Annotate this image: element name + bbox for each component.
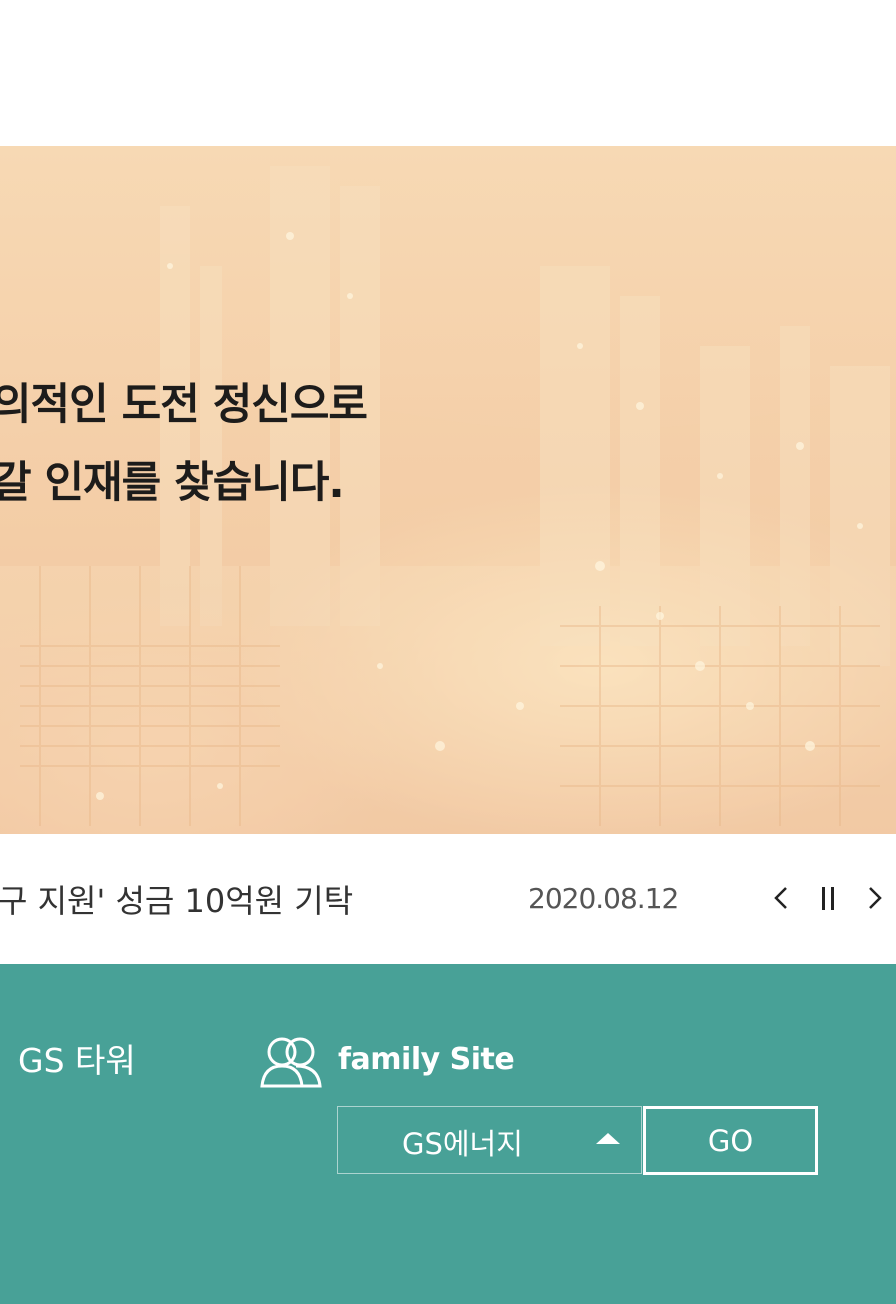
header-blank-area	[0, 0, 896, 146]
pause-icon	[822, 887, 834, 910]
chevron-left-icon	[774, 887, 787, 909]
news-date: 2020.08.12	[528, 882, 679, 915]
news-ticker: 구 지원' 성금 10억원 기탁 2020.08.12	[0, 834, 896, 964]
news-next-button[interactable]	[860, 880, 888, 916]
chevron-right-icon	[869, 887, 882, 909]
news-title-link[interactable]: 구 지원' 성금 10억원 기탁	[0, 876, 353, 922]
news-prev-button[interactable]	[768, 880, 796, 916]
caret-up-icon	[596, 1133, 620, 1144]
family-site-select[interactable]: GS에너지	[337, 1106, 642, 1174]
go-button[interactable]: GO	[643, 1106, 818, 1175]
footer: GS 타워 family Site GS에너지 GO	[0, 964, 896, 1304]
people-icon	[260, 1037, 322, 1088]
gs-tower-link[interactable]: GS 타워	[18, 1034, 136, 1082]
hero-headline: 의적인 도전 정신으로 갈 인재를 찾습니다.	[0, 366, 368, 522]
news-pause-button[interactable]	[814, 880, 842, 916]
hero-headline-line-2: 갈 인재를 찾습니다.	[0, 458, 345, 508]
hero-banner: 의적인 도전 정신으로 갈 인재를 찾습니다.	[0, 146, 896, 834]
hero-headline-line-1: 의적인 도전 정신으로	[0, 380, 368, 430]
family-site-selected-value: GS에너지	[402, 1127, 523, 1161]
family-site-label: family Site	[338, 1042, 515, 1077]
